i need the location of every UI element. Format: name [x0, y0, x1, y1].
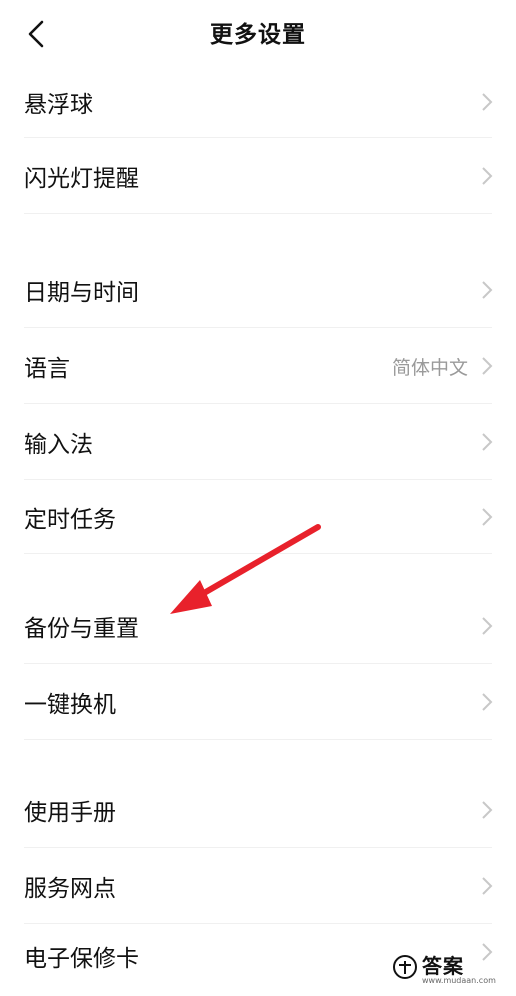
chevron-right-icon [482, 93, 493, 111]
watermark-url: www.mudaan.com [422, 976, 496, 985]
chevron-right-icon [482, 167, 493, 185]
settings-item-flash-reminder[interactable]: 闪光灯提醒 [0, 138, 516, 214]
chevron-right-icon [482, 693, 493, 711]
settings-item-backup-reset[interactable]: 备份与重置 [0, 588, 516, 664]
item-value: 简体中文 [391, 356, 468, 379]
settings-item-phone-clone[interactable]: 一键换机 [0, 664, 516, 740]
chevron-right-icon [482, 801, 493, 819]
divider [24, 553, 492, 554]
divider [24, 739, 492, 740]
chevron-right-icon [482, 433, 493, 451]
settings-item-scheduled-tasks[interactable]: 定时任务 [0, 480, 516, 554]
item-label: 使用手册 [24, 800, 116, 826]
watermark-text: 答案 [422, 954, 464, 978]
item-label: 服务网点 [24, 876, 116, 902]
chevron-right-icon [482, 617, 493, 635]
chevron-right-icon [482, 508, 493, 526]
settings-item-service-centers[interactable]: 服务网点 [0, 848, 516, 924]
item-label: 闪光灯提醒 [24, 166, 139, 192]
header-bar: 更多设置 [0, 0, 516, 70]
settings-item-user-manual[interactable]: 使用手册 [0, 772, 516, 848]
item-label: 定时任务 [24, 507, 116, 533]
item-label: 备份与重置 [24, 616, 139, 642]
item-label: 一键换机 [24, 692, 116, 718]
settings-item-input-method[interactable]: 输入法 [0, 404, 516, 480]
item-label: 电子保修卡 [24, 946, 139, 972]
seal-icon [393, 955, 417, 979]
page-title: 更多设置 [210, 22, 306, 48]
settings-item-date-time[interactable]: 日期与时间 [0, 252, 516, 328]
item-label: 输入法 [24, 432, 93, 458]
divider [24, 213, 492, 214]
chevron-right-icon [482, 357, 493, 375]
item-label: 语言 [24, 356, 70, 382]
settings-item-language[interactable]: 语言 简体中文 [0, 328, 516, 404]
item-label: 悬浮球 [24, 92, 93, 118]
item-label: 日期与时间 [24, 280, 139, 306]
settings-item-floating-ball[interactable]: 悬浮球 [0, 66, 516, 138]
chevron-right-icon [482, 281, 493, 299]
chevron-right-icon [482, 877, 493, 895]
watermark: 答案 www.mudaan.com [392, 950, 502, 990]
